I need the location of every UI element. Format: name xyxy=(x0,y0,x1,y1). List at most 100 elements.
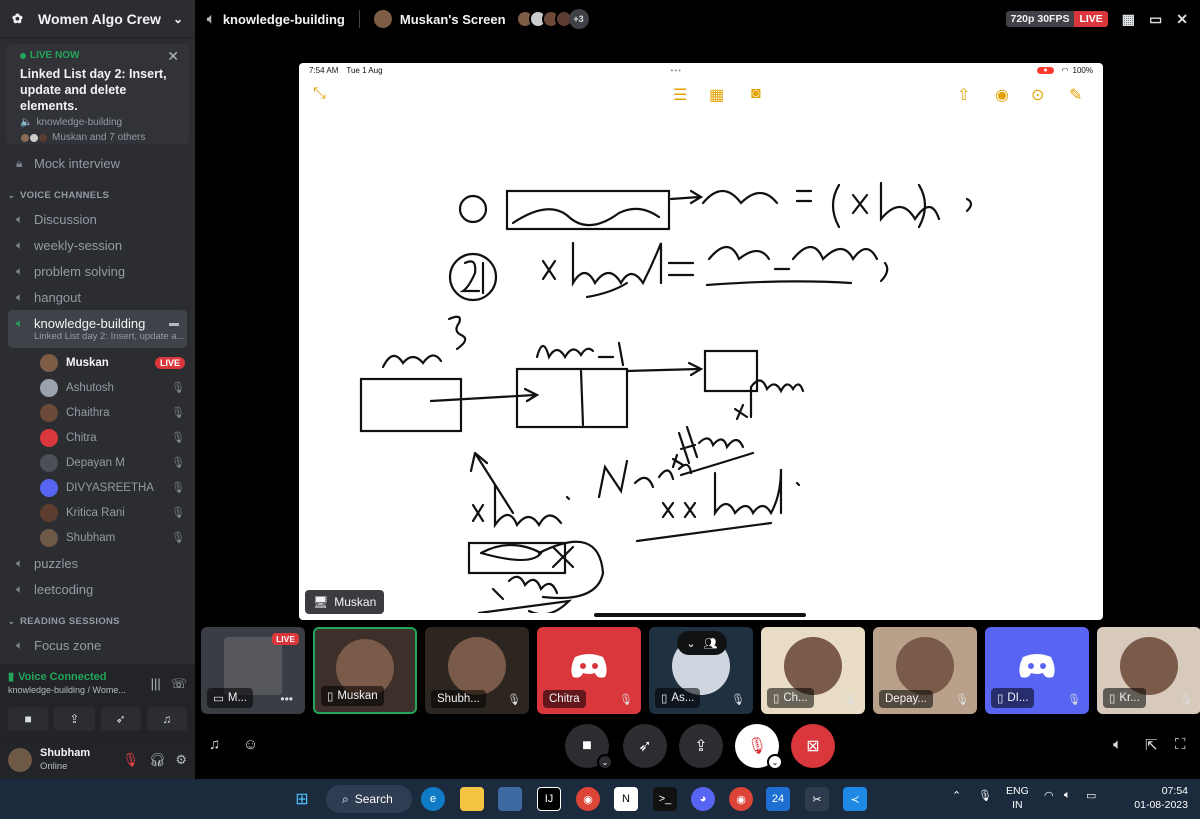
voice-member[interactable]: Shubham 🎙︎ xyxy=(40,525,185,550)
discord-icon[interactable]: ◕ xyxy=(691,787,715,811)
file-explorer-icon[interactable] xyxy=(460,787,484,811)
live-channel: 🔈 knowledge-building xyxy=(20,117,181,128)
channel-puzzles[interactable]: 🔈︎ puzzles xyxy=(8,550,187,576)
calendar-icon[interactable]: 24 xyxy=(766,787,790,811)
channel-problem-solving[interactable]: 🔈︎ problem solving xyxy=(8,258,187,284)
voice-member[interactable]: Depayan M 🎙︎ xyxy=(40,450,185,475)
chevron-down-icon[interactable]: ⌄ xyxy=(686,637,695,650)
unmute-button[interactable]: 🎙︎ ⌄ xyxy=(735,724,783,770)
mic-muted-icon[interactable]: 🎙︎ xyxy=(122,752,139,768)
people-icon[interactable]: 👥︎ xyxy=(704,637,718,650)
windows-start-icon[interactable]: ⊞ xyxy=(290,787,314,811)
participant-tile[interactable]: ▯ Muskan xyxy=(313,627,417,714)
noise-suppression-icon[interactable]: ||| xyxy=(151,676,161,692)
app-icon[interactable] xyxy=(498,787,522,811)
chrome-icon[interactable]: ◉ xyxy=(729,787,753,811)
voice-member[interactable]: DIVYASREETHA 🎙︎ xyxy=(40,475,185,500)
vscode-icon[interactable]: ≺ xyxy=(843,787,867,811)
activity-button[interactable]: ➶ xyxy=(623,724,667,768)
chevron-down-icon[interactable]: ⌄ xyxy=(173,12,183,26)
category-reading-sessions[interactable]: ⌄ READING SESSIONS xyxy=(0,610,195,632)
tile-name: Chitra xyxy=(549,693,580,705)
soundboard-icon[interactable]: ♫ xyxy=(209,736,220,753)
channel-leetcoding[interactable]: 🔈︎ leetcoding xyxy=(8,576,187,602)
volume-icon[interactable]: 🔈︎ xyxy=(1113,736,1122,753)
grid-layout-icon[interactable]: ▦ xyxy=(1122,11,1135,28)
taskbar-search[interactable]: ⌕ Search xyxy=(326,785,412,813)
chevron-up-icon[interactable]: ⌃ xyxy=(952,789,961,802)
category-voice-channels[interactable]: ⌄ VOICE CHANNELS xyxy=(0,184,195,206)
voice-member[interactable]: Chaithra 🎙︎ xyxy=(40,400,185,425)
channel-hangout[interactable]: 🔈︎ hangout xyxy=(8,284,187,310)
avatar[interactable] xyxy=(8,747,32,772)
participant-tile[interactable]: ⌄ 👥︎ ▯ As... 🎙︎ xyxy=(649,627,753,714)
chat-icon[interactable]: ▬ xyxy=(169,318,179,329)
member-name: Chaithra xyxy=(66,406,110,419)
wifi-icon[interactable]: ◠ xyxy=(1044,789,1054,802)
close-icon[interactable]: ✕ xyxy=(1176,11,1188,28)
chevron-down-icon: ⌄ xyxy=(8,616,16,626)
edge-icon[interactable]: e xyxy=(421,787,445,811)
windows-taskbar: ⊞ ⌕ Search e IJ ◉ N >_ ◕ ◉ 24 ✂ ≺ ⌃ 🎙︎ E… xyxy=(0,779,1200,819)
divider xyxy=(358,10,360,28)
compose-icon: ✎ xyxy=(1069,87,1083,104)
participant-tile[interactable]: LIVE ▭ M... ••• xyxy=(201,627,305,714)
disconnect-button[interactable]: ⊠ xyxy=(791,724,835,768)
disconnect-icon[interactable]: ☏ xyxy=(171,676,187,692)
channel-knowledge-building[interactable]: 🔈︎ knowledge-building ▬ Linked List day 2:… xyxy=(8,310,187,348)
popout-icon[interactable]: ▭ xyxy=(1149,11,1162,28)
more-dots-icon[interactable]: ••• xyxy=(280,692,293,706)
headphones-icon[interactable]: 🎧︎ xyxy=(149,752,166,768)
channel-topic: Linked List day 2: Insert, update a... xyxy=(34,331,184,342)
call-header: 🔈︎ knowledge-building Muskan's Screen +3… xyxy=(195,0,1200,38)
share-screen-button[interactable]: ⇪ xyxy=(679,724,723,768)
language-indicator[interactable]: ENG IN xyxy=(1006,784,1029,812)
battery-level: 100% xyxy=(1072,65,1093,75)
mic-icon[interactable]: 🎙︎ xyxy=(978,789,992,802)
chrome-icon[interactable]: ◉ xyxy=(576,787,600,811)
activity-button[interactable]: ➶ xyxy=(100,707,141,731)
popout-icon[interactable]: ⇱ xyxy=(1145,736,1158,754)
voice-member[interactable]: Muskan LIVE xyxy=(40,350,185,375)
live-now-card[interactable]: LIVE NOW ✕ Linked List day 2: Insert, up… xyxy=(6,44,189,144)
channel-focus-zone[interactable]: 🔈︎ Focus zone xyxy=(8,632,187,658)
member-name: Muskan xyxy=(66,356,109,369)
speaker-icon: 🔈︎ xyxy=(16,581,24,596)
soundboard-button[interactable]: ♫ xyxy=(146,707,187,731)
close-icon[interactable]: ✕ xyxy=(167,48,179,65)
chevron-down-icon[interactable]: ⌄ xyxy=(597,754,613,770)
viewer-avatars[interactable]: +3 xyxy=(515,9,589,29)
server-header[interactable]: ✿ Women Algo Crew ⌄ xyxy=(0,0,195,38)
volume-icon[interactable]: 🔈︎ xyxy=(1064,789,1071,802)
clock-date: 01-08-2023 xyxy=(1134,799,1188,811)
camera-button[interactable]: ■ ⌄ xyxy=(565,724,613,770)
channel-discussion[interactable]: 🔈︎ Discussion xyxy=(8,206,187,232)
tile-name: Kr... xyxy=(1119,692,1140,704)
participant-tile[interactable]: ▯ Kr... 🎙︎ xyxy=(1097,627,1200,714)
intellij-icon[interactable]: IJ xyxy=(537,787,561,811)
participant-tile[interactable]: Depay... 🎙︎ xyxy=(873,627,977,714)
voice-member[interactable]: Ashutosh 🎙︎ xyxy=(40,375,185,400)
share-screen-button[interactable]: ⇪ xyxy=(54,707,95,731)
battery-icon[interactable]: ▭ xyxy=(1086,789,1096,802)
channel-weekly-session[interactable]: 🔈︎ weekly-session xyxy=(8,232,187,258)
gear-icon[interactable]: ⚙ xyxy=(175,752,187,768)
channel-mock-interview[interactable]: 🔒︎ Mock interview xyxy=(8,150,187,176)
system-clock[interactable]: 07:54 01-08-2023 xyxy=(1134,784,1188,812)
channel-label: weekly-session xyxy=(34,237,123,253)
participant-tile[interactable]: ▯ Ch... 🎙︎ xyxy=(761,627,865,714)
terminal-icon[interactable]: >_ xyxy=(653,787,677,811)
voice-member[interactable]: Chitra 🎙︎ xyxy=(40,425,185,450)
user-info[interactable]: Shubham Online xyxy=(40,747,90,773)
snipping-tool-icon[interactable]: ✂ xyxy=(805,787,829,811)
notion-icon[interactable]: N xyxy=(614,787,638,811)
camera-button[interactable]: ■ xyxy=(8,707,49,731)
participant-tile[interactable]: Shubh... 🎙︎ xyxy=(425,627,529,714)
emoji-icon[interactable]: ☺ xyxy=(243,736,258,753)
participant-tile[interactable]: Chitra 🎙︎ xyxy=(537,627,641,714)
fullscreen-icon[interactable]: ⛶ xyxy=(1175,736,1186,753)
voice-member[interactable]: Kritica Rani 🎙︎ xyxy=(40,500,185,525)
chevron-down-icon[interactable]: ⌄ xyxy=(767,754,783,770)
screen-share-stream[interactable]: 7:54 AM Tue 1 Aug ••• ● ◠ 100% ⤡ ☰ ▦ ◙ ⇧… xyxy=(299,63,1103,620)
participant-tile[interactable]: ▯ DI... 🎙︎ xyxy=(985,627,1089,714)
